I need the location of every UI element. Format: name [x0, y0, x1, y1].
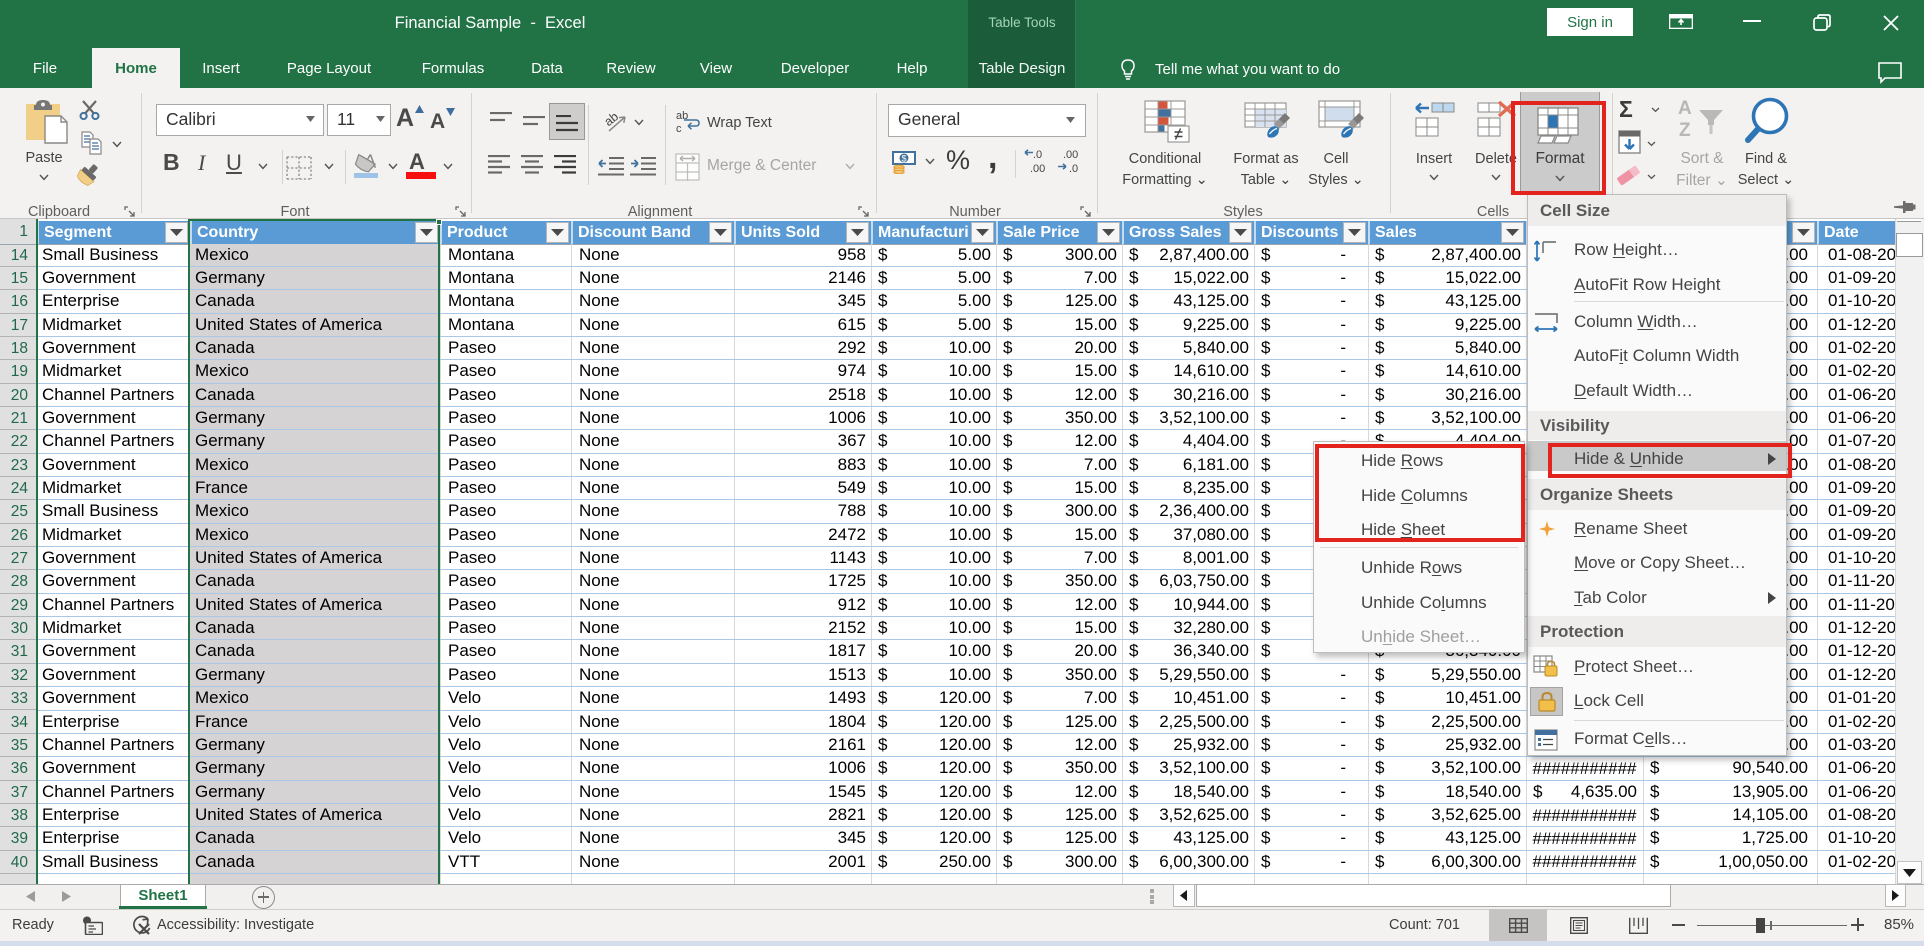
svg-text:Z: Z: [1679, 120, 1691, 139]
svg-text:.00: .00: [1030, 163, 1045, 175]
svg-text:c: c: [676, 123, 682, 134]
svg-text:A: A: [1678, 99, 1692, 119]
svg-text:.00: .00: [1063, 149, 1078, 161]
svg-text:.0: .0: [1033, 149, 1042, 161]
svg-text:ab: ab: [602, 109, 621, 129]
svg-text:$: $: [902, 154, 907, 164]
svg-text:.0: .0: [1069, 163, 1078, 175]
